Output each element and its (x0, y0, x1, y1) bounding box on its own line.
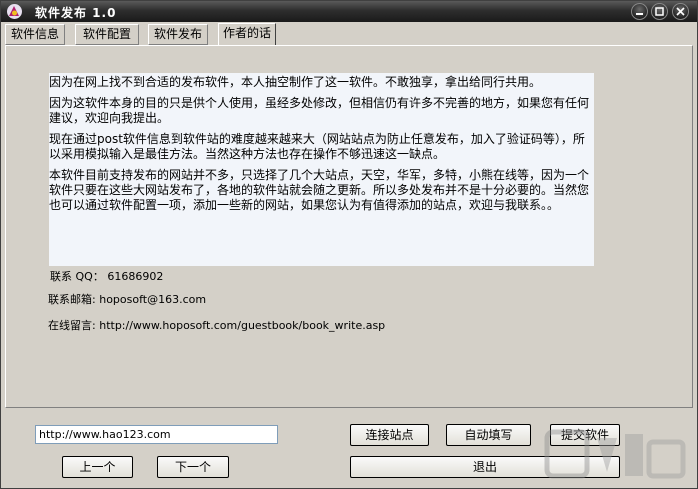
tab-panel: 因为在网上找不到合适的发布软件，本人抽空制作了这一软件。不敢独享，拿出给同行共用… (5, 45, 693, 408)
maximize-icon (655, 7, 664, 16)
exit-button[interactable]: 退出 (350, 456, 620, 478)
auto-fill-button[interactable]: 自动填写 (446, 424, 531, 446)
connect-site-button[interactable]: 连接站点 (350, 424, 429, 446)
guestbook-link: http://www.hoposoft.com/guestbook/book_w… (99, 319, 386, 332)
close-icon (676, 7, 685, 16)
minimize-icon (636, 13, 643, 15)
qq-label: 联系 QQ： (50, 270, 104, 283)
contact-email-row: 联系邮箱: hoposoft@163.com (48, 291, 206, 307)
qq-value: 61686902 (107, 270, 164, 283)
app-logo-icon (7, 4, 22, 19)
title-bar[interactable]: 软件发布 1.0 (1, 1, 697, 22)
tab-author-notes[interactable]: 作者的话 (218, 23, 276, 46)
next-button[interactable]: 下一个 (157, 456, 229, 478)
tab-software-info[interactable]: 软件信息 (5, 24, 65, 45)
paragraph-2: 因为这软件本身的目的只是供个人使用，虽经多处修改，但相信仍有许多不完善的地方，如… (49, 96, 590, 125)
paragraph-4: 本软件目前支持发布的网站并不多，只选择了几个大站点，天空，华军，多特，小熊在线等… (49, 168, 590, 212)
app-window: 软件发布 1.0 软件信息 软件配置 软件发布 作者的话 因为在网上找不到合适的… (0, 0, 698, 489)
paragraph-1: 因为在网上找不到合适的发布软件，本人抽空制作了这一软件。不敢独享，拿出给同行共用… (49, 75, 542, 89)
maximize-button[interactable] (651, 3, 668, 20)
submit-software-button[interactable]: 提交软件 (550, 424, 620, 446)
tab-software-config[interactable]: 软件配置 (75, 24, 139, 45)
close-button[interactable] (672, 3, 689, 20)
window-title: 软件发布 1.0 (35, 6, 117, 20)
minimize-button[interactable] (631, 3, 648, 20)
tab-software-publish[interactable]: 软件发布 (148, 24, 208, 45)
email-label: 联系邮箱: (48, 293, 96, 306)
email-value: hoposoft@163.com (99, 293, 207, 306)
previous-button[interactable]: 上一个 (62, 456, 133, 478)
guestbook-row: 在线留言: http://www.hoposoft.com/guestbook/… (48, 317, 385, 333)
guestbook-label: 在线留言: (48, 319, 96, 332)
url-input[interactable] (35, 425, 278, 444)
contact-qq-row: 联系 QQ： 61686902 (50, 268, 163, 284)
paragraph-3: 现在通过post软件信息到软件站的难度越来越来大（网站站点为防止任意发布，加入了… (49, 132, 585, 161)
author-notes-text: 因为在网上找不到合适的发布软件，本人抽空制作了这一软件。不敢独享，拿出给同行共用… (49, 73, 594, 266)
